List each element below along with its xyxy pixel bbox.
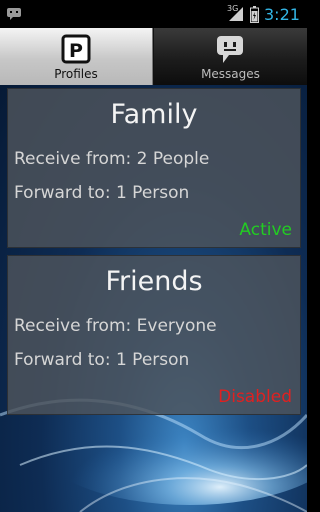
- tab-messages-label: Messages: [201, 67, 260, 81]
- profile-card-friends[interactable]: Friends Receive from: Everyone Forward t…: [7, 255, 301, 415]
- tab-messages[interactable]: Messages: [154, 28, 307, 85]
- profile-name: Family: [110, 99, 198, 130]
- signal-strength-icon: [229, 7, 243, 21]
- profile-forward-to: Forward to: 1 Person: [14, 350, 190, 370]
- svg-text:P: P: [69, 40, 83, 62]
- messages-chat-icon: [217, 36, 243, 63]
- profiles-p-icon: P: [61, 34, 91, 64]
- status-bar: 3G 3:21: [0, 0, 307, 28]
- tab-profiles-label: Profiles: [54, 67, 98, 81]
- notification-message-icon: [7, 8, 21, 20]
- profile-receive-from: Receive from: 2 People: [14, 149, 210, 169]
- status-clock: 3:21: [264, 5, 300, 24]
- profile-forward-to: Forward to: 1 Person: [14, 183, 190, 203]
- profile-card-family[interactable]: Family Receive from: 2 People Forward to…: [7, 88, 301, 248]
- profile-status: Disabled: [218, 387, 292, 407]
- profiles-list: Family Receive from: 2 People Forward to…: [0, 85, 307, 512]
- profile-name: Friends: [105, 266, 203, 297]
- tab-profiles[interactable]: P Profiles: [0, 28, 153, 85]
- profile-status: Active: [239, 220, 292, 240]
- tab-bar: P Profiles Messages: [0, 28, 307, 85]
- profile-receive-from: Receive from: Everyone: [14, 316, 217, 336]
- battery-icon: [250, 6, 259, 23]
